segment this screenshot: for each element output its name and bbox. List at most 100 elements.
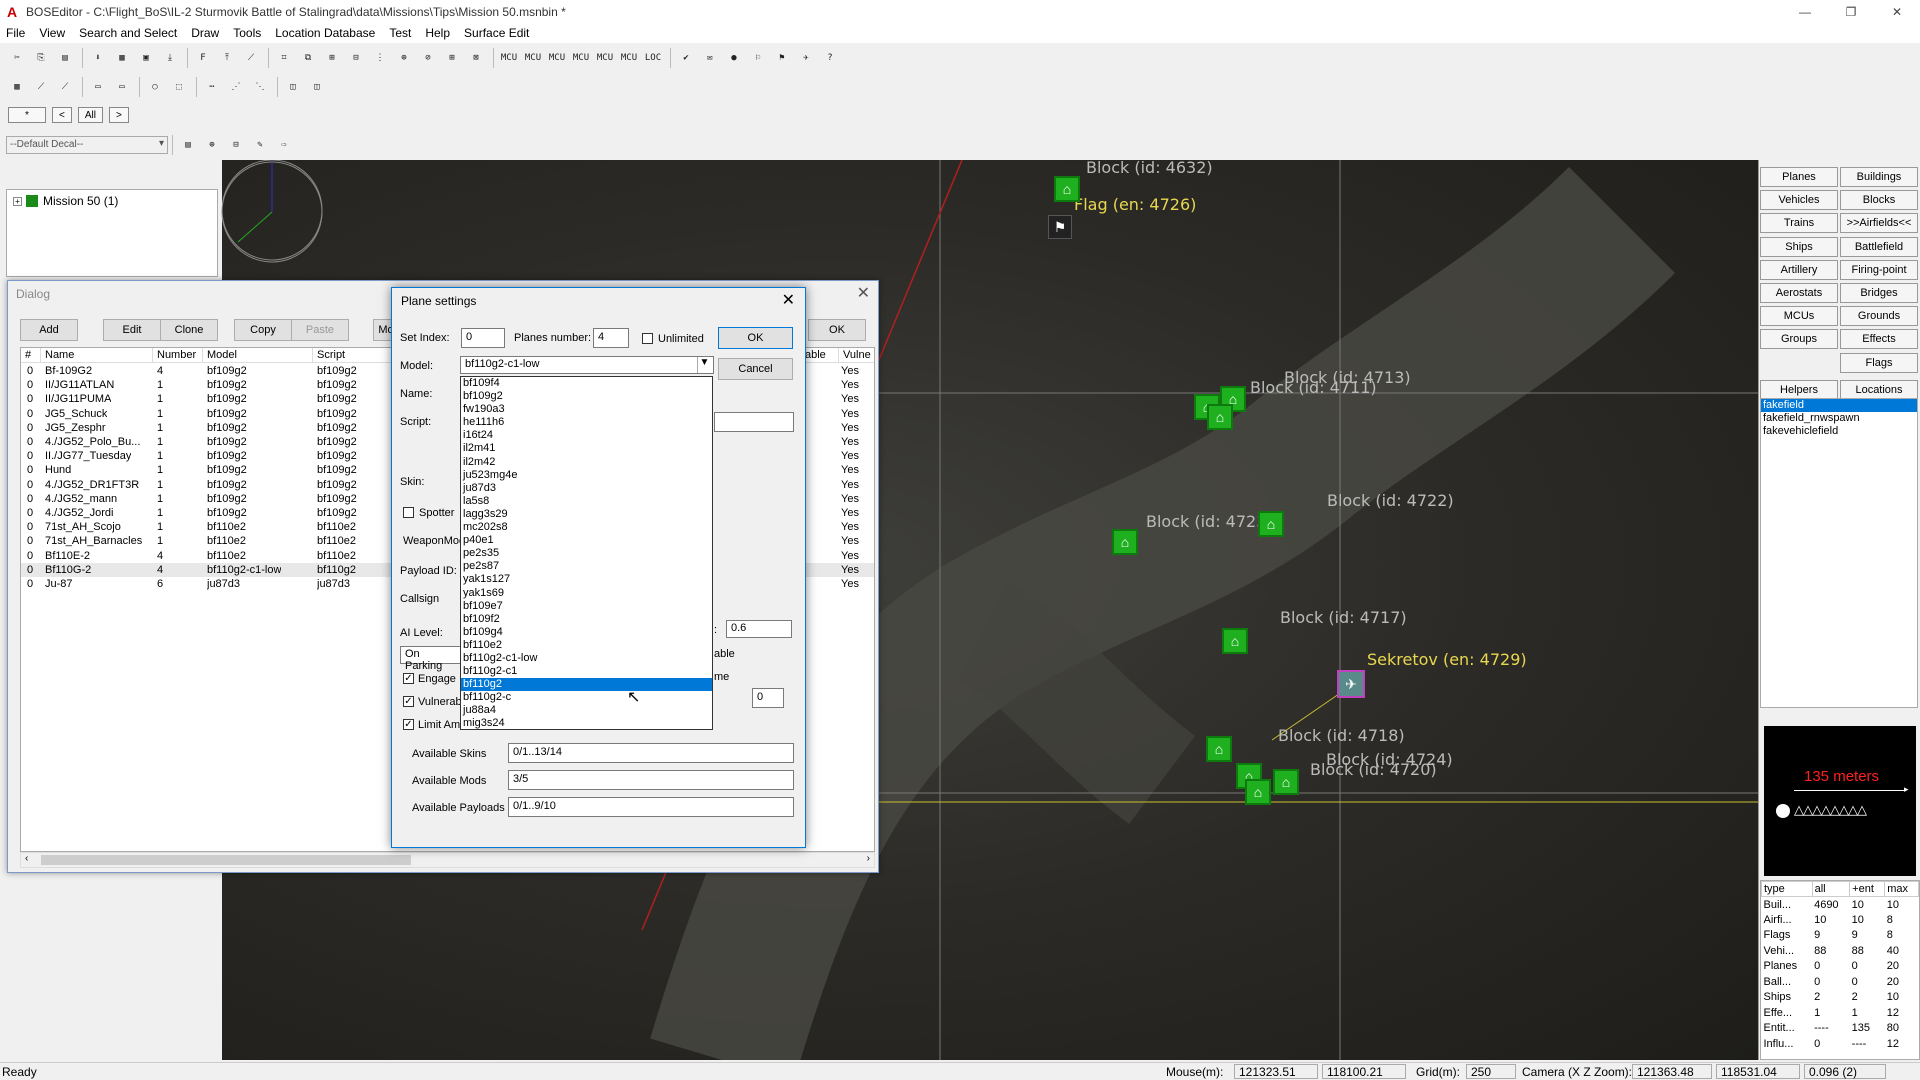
wand2-icon[interactable]: ⟋	[54, 76, 76, 98]
map-label[interactable]: Block (id: 4720)	[1310, 760, 1437, 779]
dropdown-option[interactable]: bf109g4	[461, 626, 712, 639]
table-cell[interactable]: Yes	[841, 378, 859, 392]
dropdown-option[interactable]: bf109f4	[461, 377, 712, 390]
dropdown-option[interactable]: bf109g2	[461, 390, 712, 403]
flag-icon[interactable]: ⚑	[1048, 215, 1072, 239]
toolbar-button-6-icon[interactable]: ⤓	[159, 47, 181, 69]
table-cell[interactable]: 1	[157, 435, 163, 449]
table-cell[interactable]: 1	[157, 392, 163, 406]
toolbar-button-23-icon[interactable]: MCU	[594, 47, 616, 69]
menu-help[interactable]: Help	[425, 26, 450, 40]
chevron-down-icon[interactable]: ▼	[697, 357, 711, 373]
engage-checkbox[interactable]: ✓	[403, 673, 414, 684]
col-header[interactable]: Number	[153, 348, 203, 363]
tree-root-label[interactable]: Mission 50 (1)	[43, 194, 118, 208]
toolbar-button-25-icon[interactable]: LOC	[642, 47, 664, 69]
table-cell[interactable]: bf109g2	[317, 506, 357, 520]
toolbar-button-3-icon[interactable]: ⬇	[87, 47, 109, 69]
decal-tool-2-icon[interactable]: ⊕	[201, 134, 223, 156]
table-cell[interactable]: Yes	[841, 506, 859, 520]
table-cell[interactable]: Yes	[841, 563, 859, 577]
table-cell[interactable]: ju87d3	[317, 577, 350, 591]
category-button[interactable]: Ships	[1760, 236, 1838, 257]
table-cell[interactable]: bf110e2	[207, 520, 246, 534]
table-cell[interactable]: bf109g2	[207, 478, 247, 492]
category-button[interactable]: Effects	[1840, 329, 1918, 350]
table-cell[interactable]: Bf-109G2	[45, 364, 92, 378]
table-cell[interactable]: 0	[27, 449, 33, 463]
dropdown-option[interactable]: bf110g2	[461, 678, 712, 692]
dropdown-option[interactable]: ju523mg4e	[461, 469, 712, 482]
table-cell[interactable]: 1	[157, 534, 163, 548]
table-cell[interactable]: 0	[27, 492, 33, 506]
dropdown-option[interactable]: ju88a4	[461, 704, 712, 717]
map-label[interactable]: Flag (en: 4726)	[1074, 195, 1196, 214]
table-cell[interactable]: Yes	[841, 549, 859, 563]
dropdown-option[interactable]: yak1s127	[461, 573, 712, 586]
toolbar-button-4-icon[interactable]: ▦	[111, 47, 133, 69]
map-label[interactable]: Block (id: 4722)	[1327, 491, 1454, 510]
category-button[interactable]: >>Airfields<<	[1840, 213, 1918, 234]
path-icon[interactable]: ⋯	[201, 76, 223, 98]
menu-file[interactable]: File	[6, 26, 25, 40]
category-button[interactable]: Groups	[1760, 329, 1838, 350]
block-icon[interactable]: ⌂	[1206, 736, 1232, 762]
table-cell[interactable]: bf110g2	[317, 563, 356, 577]
table-cell[interactable]: II./JG77_Tuesday	[45, 449, 131, 463]
scroll-left-icon[interactable]: ‹	[25, 853, 28, 864]
table-cell[interactable]: 4	[157, 364, 163, 378]
clone-button[interactable]: Clone	[160, 319, 218, 341]
model-dropdown-list[interactable]: bf109f4 bf109g2 fw190a3 he111h6 i16t24 il2m41…	[460, 376, 713, 730]
table-cell[interactable]: 0	[27, 478, 33, 492]
table-cell[interactable]: 4./JG52_Polo_Bu...	[45, 435, 140, 449]
dropdown-option[interactable]: fw190a3	[461, 403, 712, 416]
table-cell[interactable]: bf110g2-c1-low	[207, 563, 281, 577]
table-cell[interactable]: bf109g2	[317, 492, 357, 506]
table-cell[interactable]: 1	[157, 449, 163, 463]
script-input[interactable]	[714, 412, 794, 432]
table-cell[interactable]: bf110e2	[207, 534, 246, 548]
col-header[interactable]: Name	[41, 348, 153, 363]
decal-select[interactable]: --Default Decal-- ▾	[6, 136, 168, 154]
scroll-right-icon[interactable]: ›	[867, 853, 870, 864]
table-cell[interactable]: JG5_Schuck	[45, 407, 107, 421]
table-cell[interactable]: 0	[27, 549, 33, 563]
table-cell[interactable]: 0	[27, 534, 33, 548]
block-icon[interactable]: ⌂	[1054, 176, 1080, 202]
close-icon[interactable]: ✕	[782, 290, 795, 310]
stats-header[interactable]: +ent	[1849, 881, 1886, 897]
map-label[interactable]: Block (id: 4717)	[1280, 608, 1407, 627]
table-cell[interactable]: Yes	[841, 478, 859, 492]
map-label[interactable]: Block (id: 4711)	[1250, 378, 1377, 397]
path3-icon[interactable]: ⋱	[249, 76, 271, 98]
model-select[interactable]: bf110g2-c1-low ▼	[460, 356, 714, 374]
category-button[interactable]: Battlefield	[1840, 236, 1918, 257]
dropdown-option[interactable]: bf109f2	[461, 613, 712, 626]
map-label[interactable]: Block (id: 4723)	[1146, 512, 1273, 531]
table-cell[interactable]: 1	[157, 478, 163, 492]
table-cell[interactable]: Bf110E-2	[45, 549, 90, 563]
toolbar-button-7-icon[interactable]: F	[192, 47, 214, 69]
category-button[interactable]: Flags	[1840, 352, 1918, 373]
toolbar-button-27-icon[interactable]: ✉	[699, 47, 721, 69]
add-button[interactable]: Add	[20, 319, 78, 341]
toolbar-button-22-icon[interactable]: MCU	[570, 47, 592, 69]
block-icon[interactable]: ⌂	[1273, 769, 1299, 795]
list-item[interactable]: fakefield_rnwspawn	[1761, 412, 1917, 425]
table-cell[interactable]: bf109g2	[207, 378, 247, 392]
toolbar-button-12-icon[interactable]: ⊞	[321, 47, 343, 69]
toolbar-button-2-icon[interactable]: ▤	[54, 47, 76, 69]
toolbar-button-20-icon[interactable]: MCU	[522, 47, 544, 69]
select-icon[interactable]: ⬚	[168, 76, 190, 98]
table-cell[interactable]: 1	[157, 421, 163, 435]
menu-test[interactable]: Test	[389, 26, 411, 40]
toolbar-button-10-icon[interactable]: ⌗	[273, 47, 295, 69]
toolbar-button-17-icon[interactable]: ⊞	[441, 47, 463, 69]
map-label[interactable]: Block (id: 4718)	[1278, 726, 1405, 745]
col-header[interactable]: Model	[203, 348, 313, 363]
table-cell[interactable]: bf109g2	[317, 463, 357, 477]
table-cell[interactable]: bf109g2	[207, 492, 247, 506]
ai-value-input[interactable]: 0.6	[726, 620, 792, 638]
group2-icon[interactable]: ◫	[306, 76, 328, 98]
toolbar-button-21-icon[interactable]: MCU	[546, 47, 568, 69]
